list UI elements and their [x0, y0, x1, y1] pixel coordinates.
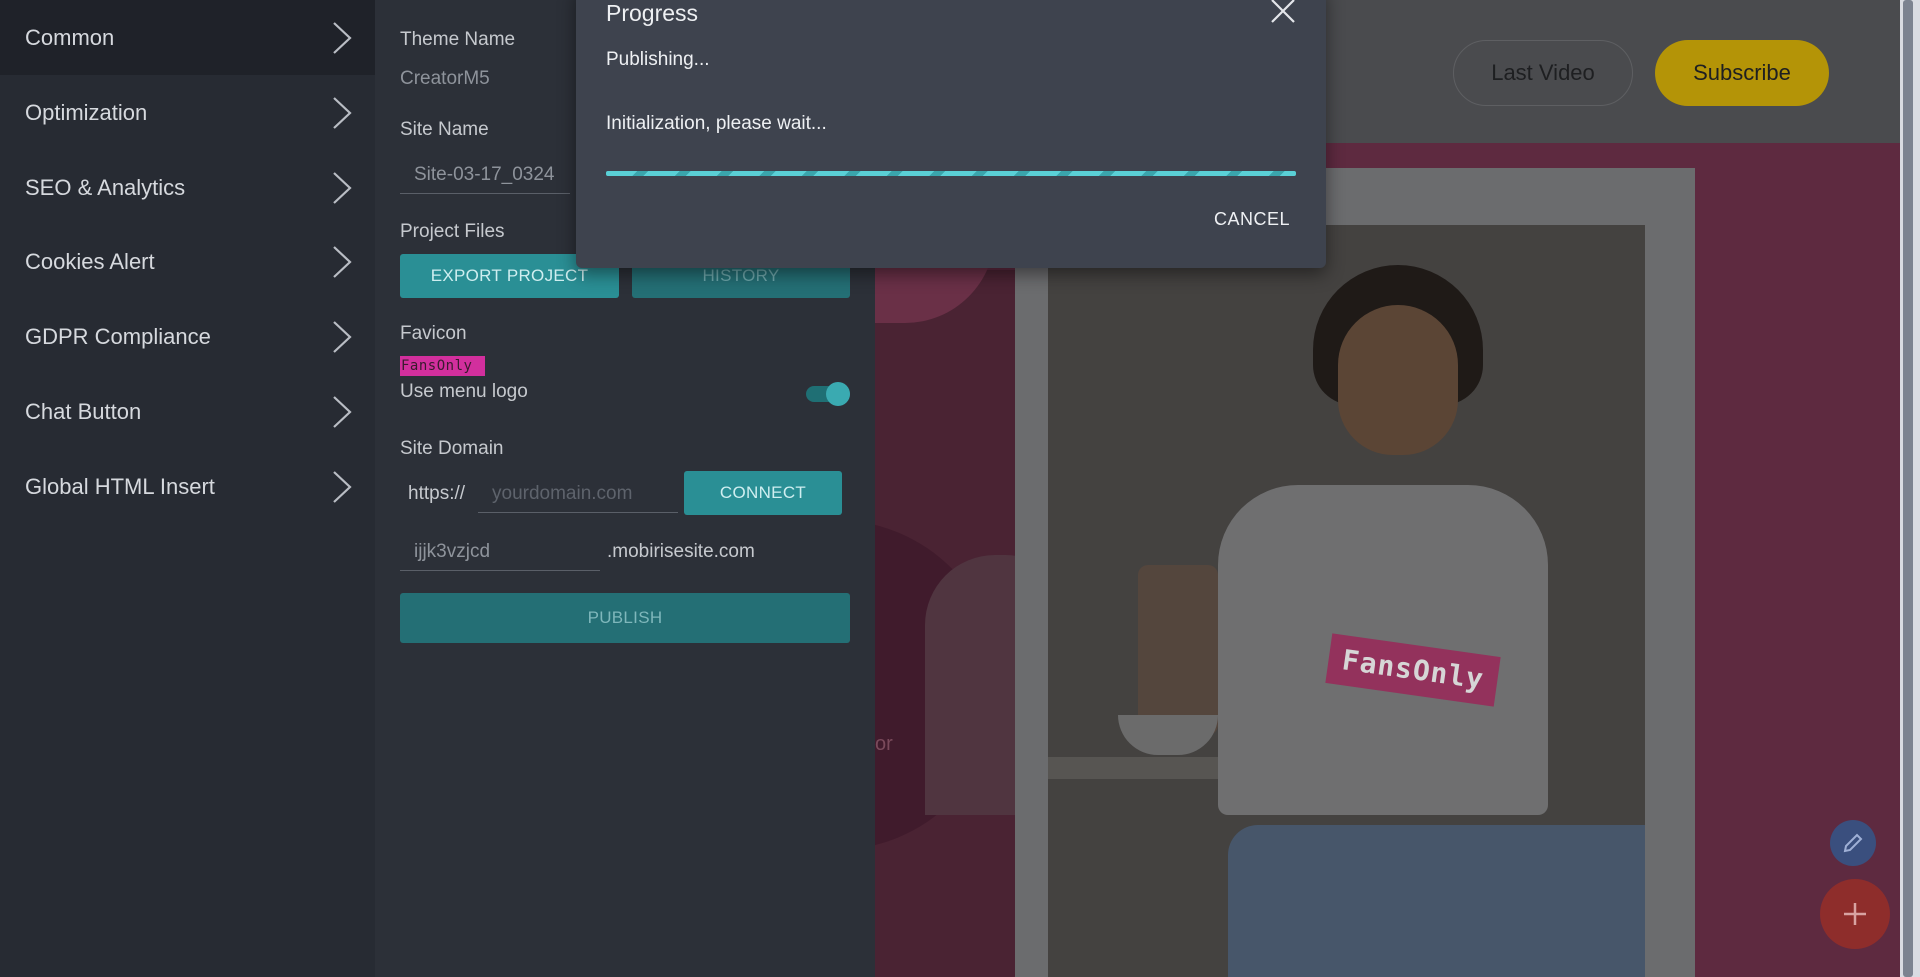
theme-name-label: Theme Name: [400, 29, 516, 50]
chevron-right-icon: [333, 22, 352, 54]
photo-face: [1338, 305, 1458, 455]
last-video-button[interactable]: Last Video: [1453, 40, 1633, 106]
cancel-button[interactable]: CANCEL: [1214, 209, 1290, 230]
use-menu-logo-toggle[interactable]: [806, 382, 850, 406]
pencil-icon: [1843, 833, 1863, 853]
dialog-title: Progress: [606, 0, 699, 26]
chevron-right-icon: [333, 246, 352, 278]
add-block-fab-button[interactable]: [1820, 879, 1890, 949]
project-files-label: Project Files: [400, 221, 505, 242]
publish-button[interactable]: PUBLISH: [400, 593, 850, 643]
protocol-prefix: https://: [408, 483, 466, 504]
nav-item-label: Chat Button: [25, 398, 142, 424]
chevron-right-icon: [333, 97, 352, 129]
progress-bar: [606, 171, 1296, 176]
nav-item-label: Common: [25, 24, 115, 50]
favicon-label: Favicon: [400, 323, 467, 344]
favicon-image[interactable]: FansOnly: [400, 356, 485, 376]
scrollbar-thumb[interactable]: [1903, 0, 1913, 977]
chevron-right-icon: [333, 172, 352, 204]
plus-icon: [1844, 903, 1866, 925]
edit-fab-button[interactable]: [1830, 820, 1876, 866]
theme-name-value: CreatorM5: [400, 68, 490, 89]
hero-photo: FansOnly: [1048, 225, 1645, 977]
nav-item-label: Cookies Alert: [25, 248, 155, 274]
subdomain-suffix: .mobirisesite.com: [607, 541, 755, 562]
nav-item-global-html-insert[interactable]: Global HTML Insert: [0, 449, 375, 524]
settings-nav: Common Optimization SEO & Analytics Cook…: [0, 0, 375, 977]
nav-item-label: Global HTML Insert: [25, 473, 215, 499]
preview-cut-text: or: [875, 733, 893, 755]
chevron-right-icon: [333, 396, 352, 428]
nav-item-optimization[interactable]: Optimization: [0, 75, 375, 150]
chevron-right-icon: [333, 471, 352, 503]
close-icon[interactable]: [1268, 0, 1298, 26]
progress-bar-fill: [606, 171, 1296, 176]
site-domain-label: Site Domain: [400, 438, 504, 459]
photo-jeans: [1228, 825, 1645, 977]
site-name-label: Site Name: [400, 119, 489, 140]
toggle-knob: [826, 382, 850, 406]
connect-button[interactable]: CONNECT: [684, 471, 842, 515]
nav-item-label: SEO & Analytics: [25, 174, 186, 200]
nav-item-seo-analytics[interactable]: SEO & Analytics: [0, 150, 375, 225]
site-name-input[interactable]: Site-03-17_0324: [400, 156, 570, 194]
subscribe-button[interactable]: Subscribe: [1655, 40, 1829, 106]
chevron-right-icon: [333, 321, 352, 353]
dialog-message: Initialization, please wait...: [606, 113, 827, 134]
nav-item-cookies-alert[interactable]: Cookies Alert: [0, 224, 375, 299]
domain-input[interactable]: yourdomain.com: [478, 475, 678, 513]
nav-item-gdpr-compliance[interactable]: GDPR Compliance: [0, 299, 375, 374]
use-menu-logo-label: Use menu logo: [400, 381, 528, 402]
subdomain-input[interactable]: ijjk3vzjcd: [400, 533, 600, 571]
nav-item-common[interactable]: Common: [0, 0, 375, 75]
page-scrollbar[interactable]: [1900, 0, 1920, 977]
photo-glass: [1138, 565, 1218, 735]
dialog-status: Publishing...: [606, 49, 710, 70]
nav-item-label: GDPR Compliance: [25, 323, 211, 349]
nav-item-chat-button[interactable]: Chat Button: [0, 374, 375, 449]
nav-item-label: Optimization: [25, 99, 148, 125]
